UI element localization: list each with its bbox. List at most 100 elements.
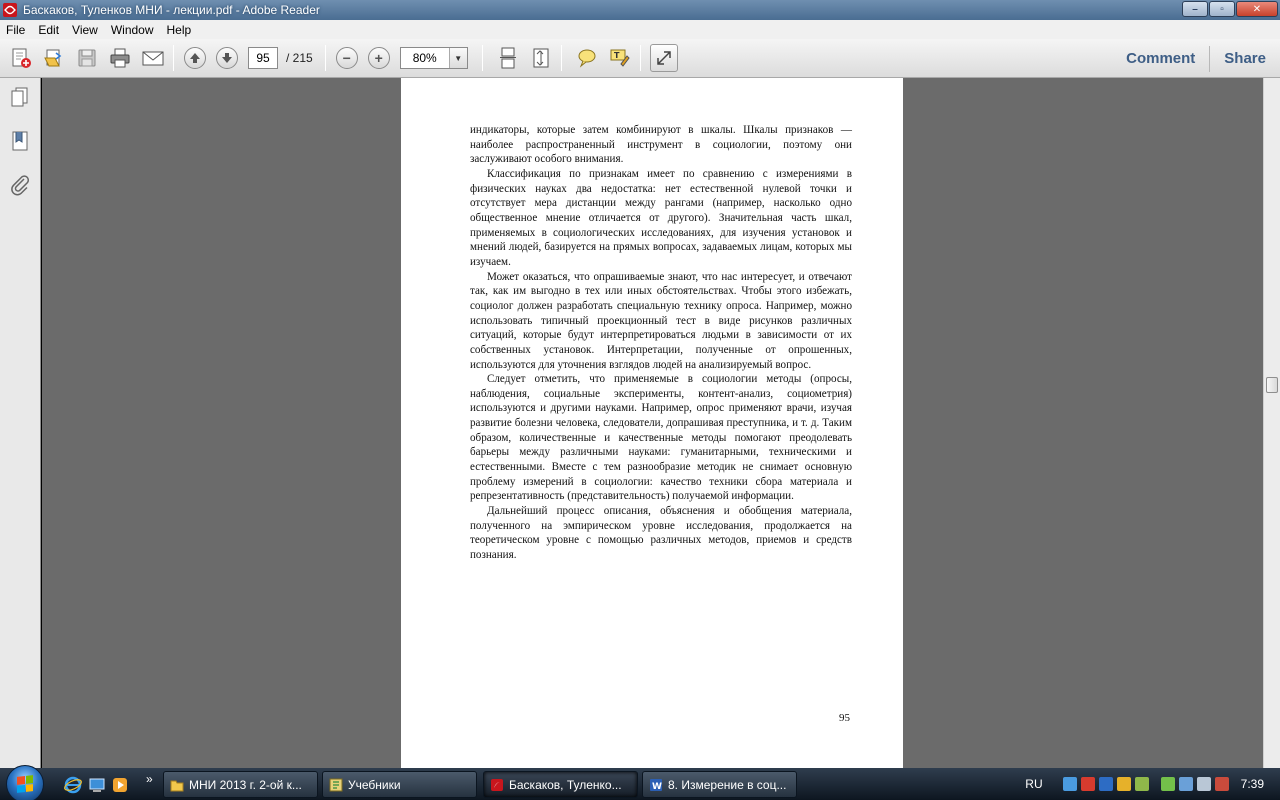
antivirus-icon[interactable] — [1080, 777, 1095, 791]
zoom-value: 80% — [412, 51, 437, 65]
zoom-dropdown-arrow[interactable]: ▼ — [448, 48, 467, 68]
page-footer-number: 95 — [839, 712, 850, 724]
volume-icon[interactable] — [1196, 777, 1211, 791]
page-number-input[interactable]: 95 — [248, 47, 278, 69]
menu-help[interactable]: Help — [161, 23, 199, 37]
security-icon[interactable] — [1214, 777, 1229, 791]
start-button[interactable] — [6, 765, 44, 800]
zoom-out-button[interactable]: − — [335, 47, 358, 69]
pdf-icon — [491, 778, 503, 791]
fit-page-button[interactable] — [527, 44, 555, 72]
open-button[interactable] — [40, 44, 68, 72]
pdf-page: индикаторы, которые затем комбинируют в … — [401, 78, 903, 768]
save-button[interactable] — [73, 44, 101, 72]
previous-page-button[interactable] — [184, 47, 206, 69]
toolbar-separator — [639, 45, 641, 71]
paragraph: Следует отметить, что применяемые в соци… — [470, 373, 852, 503]
network-icon[interactable] — [1062, 777, 1077, 791]
page-total-label: / 215 — [286, 51, 313, 65]
scrolling-mode-button[interactable] — [494, 44, 522, 72]
share-button[interactable]: Share — [1210, 50, 1280, 67]
menu-file[interactable]: File — [0, 23, 32, 37]
wifi-icon[interactable] — [1134, 777, 1149, 791]
fit-page-icon — [533, 48, 549, 68]
task-button-folder-mni[interactable]: МНИ 2013 г. 2-ой к... — [163, 771, 318, 798]
close-button[interactable]: ✕ — [1236, 1, 1278, 17]
toolbar-separator — [173, 45, 174, 71]
page-body-text: индикаторы, которые затем комбинируют в … — [470, 123, 852, 563]
full-screen-button[interactable] — [649, 44, 678, 72]
taskbar: » МНИ 2013 г. 2-ой к... Учебники Баскако… — [0, 765, 1280, 800]
print-button[interactable] — [106, 44, 134, 72]
windows-logo-icon — [17, 775, 33, 793]
highlight-text-button[interactable]: T — [606, 44, 634, 72]
word-document-icon: W — [650, 778, 662, 792]
arrow-up-icon — [190, 53, 200, 63]
bookmarks-button[interactable] — [9, 130, 31, 152]
paragraph: индикаторы, которые затем комбинируют в … — [470, 124, 852, 166]
quick-launch-more-button[interactable]: » — [146, 772, 153, 786]
window-title: Баскаков, Туленков МНИ - лекции.pdf - Ad… — [23, 3, 320, 17]
menu-edit[interactable]: Edit — [32, 23, 66, 37]
window-controls: – ▫ ✕ — [1182, 1, 1278, 17]
adobe-reader-icon — [3, 3, 17, 17]
internet-explorer-icon — [64, 776, 82, 794]
desktop-icon — [89, 778, 105, 792]
language-indicator[interactable]: RU — [1025, 777, 1042, 791]
bookmark-icon — [12, 131, 28, 151]
folder-icon — [170, 780, 184, 791]
svg-text:W: W — [652, 782, 662, 792]
add-comment-button[interactable] — [573, 44, 601, 72]
attachments-button[interactable] — [9, 174, 31, 196]
paragraph: Классификация по признакам имеет по срав… — [470, 167, 852, 268]
toolbar-separator — [324, 45, 326, 71]
paragraph: Может оказаться, что опрашиваемые знают,… — [470, 270, 852, 371]
network-status-icon[interactable] — [1178, 777, 1193, 791]
email-button[interactable] — [139, 44, 167, 72]
internet-explorer-launcher[interactable] — [64, 776, 82, 794]
next-page-button[interactable] — [216, 47, 238, 69]
pages-icon — [11, 87, 28, 107]
printer-icon — [110, 48, 130, 68]
expand-icon — [656, 51, 671, 65]
media-player-launcher[interactable] — [111, 776, 129, 794]
task-button-word-document[interactable]: W 8. Измерение в соц... — [642, 771, 797, 798]
minimize-button[interactable]: – — [1182, 1, 1208, 17]
task-label: 8. Измерение в соц... — [668, 777, 787, 792]
save-icon — [78, 49, 96, 67]
envelope-icon — [142, 51, 164, 66]
folder-tree-icon — [329, 778, 343, 791]
menu-window[interactable]: Window — [105, 23, 161, 37]
task-button-uchebniki[interactable]: Учебники — [322, 771, 477, 798]
page-scroll-icon — [499, 47, 516, 69]
scrollbar-thumb[interactable] — [1266, 377, 1278, 393]
task-label: МНИ 2013 г. 2-ой к... — [189, 777, 302, 792]
maximize-button[interactable]: ▫ — [1209, 1, 1235, 17]
toolbar: 95 / 215 − + 80% ▼ T Comment Share — [0, 39, 1280, 78]
create-pdf-icon — [12, 48, 31, 68]
update-icon[interactable] — [1116, 777, 1131, 791]
zoom-in-button[interactable]: + — [367, 47, 390, 69]
page-thumbnails-button[interactable] — [9, 86, 31, 108]
toolbar-right: Comment Share — [1112, 39, 1280, 78]
task-label: Баскаков, Туленко... — [509, 777, 622, 792]
create-pdf-button[interactable] — [7, 44, 35, 72]
comment-button[interactable]: Comment — [1112, 50, 1209, 67]
paragraph: Дальнейший процесс описания, объяснения … — [470, 505, 852, 562]
document-viewport[interactable]: индикаторы, которые затем комбинируют в … — [42, 78, 1263, 768]
toolbar-separator — [481, 45, 483, 71]
bluetooth-icon[interactable] — [1098, 777, 1113, 791]
vertical-scrollbar[interactable] — [1263, 78, 1280, 768]
battery-icon[interactable] — [1160, 777, 1175, 791]
highlighter-icon: T — [610, 49, 630, 67]
show-desktop-launcher[interactable] — [88, 776, 106, 794]
task-button-adobe-reader[interactable]: Баскаков, Туленко... — [483, 771, 638, 798]
navigation-pane — [0, 78, 41, 768]
toolbar-separator — [560, 45, 562, 71]
zoom-select[interactable]: 80% ▼ — [399, 47, 468, 69]
menu-view[interactable]: View — [66, 23, 105, 37]
media-player-icon — [113, 778, 127, 792]
system-tray: RU 7:39 — [1025, 768, 1280, 800]
clock[interactable]: 7:39 — [1241, 777, 1264, 791]
arrow-down-icon — [222, 53, 232, 63]
